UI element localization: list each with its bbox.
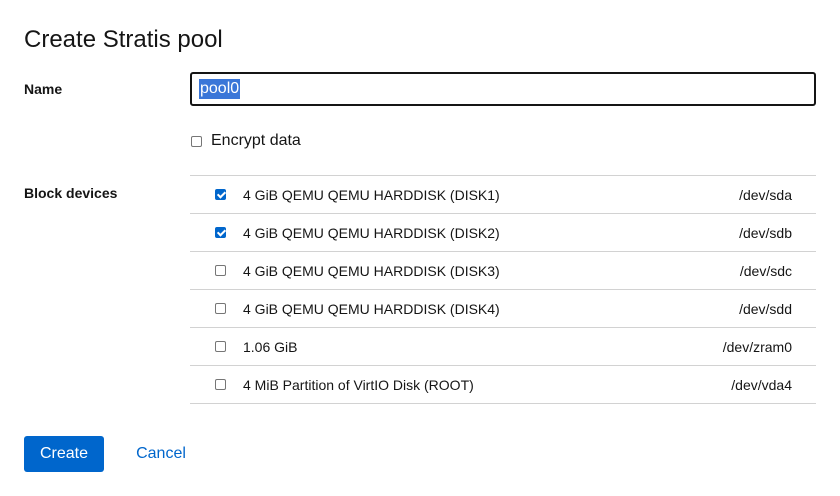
name-input[interactable]: pool0 <box>190 72 816 106</box>
encrypt-data-label: Encrypt data <box>211 132 301 149</box>
device-checkbox-zram0[interactable] <box>215 341 226 352</box>
device-row-sdd[interactable]: 4 GiB QEMU QEMU HARDDISK (DISK4) /dev/sd… <box>190 290 816 328</box>
block-devices-label: Block devices <box>24 185 118 201</box>
name-label: Name <box>24 81 63 97</box>
device-checkbox-sdb[interactable] <box>215 227 226 238</box>
device-description: 1.06 GiB <box>243 338 298 355</box>
device-description: 4 GiB QEMU QEMU HARDDISK (DISK2) <box>243 224 500 241</box>
device-checkbox-vda4[interactable] <box>215 379 226 390</box>
cancel-button[interactable]: Cancel <box>124 436 198 472</box>
device-path: /dev/sdb <box>739 224 792 241</box>
dialog-title: Create Stratis pool <box>24 26 223 53</box>
device-path: /dev/vda4 <box>731 376 792 393</box>
device-path: /dev/sdd <box>739 300 792 317</box>
create-button[interactable]: Create <box>24 436 104 472</box>
create-stratis-pool-dialog: Create Stratis pool Name pool0 Encrypt d… <box>0 0 840 496</box>
device-checkbox-sdd[interactable] <box>215 303 226 314</box>
device-row-sdc[interactable]: 4 GiB QEMU QEMU HARDDISK (DISK3) /dev/sd… <box>190 252 816 290</box>
device-description: 4 GiB QEMU QEMU HARDDISK (DISK3) <box>243 262 500 279</box>
device-path: /dev/sda <box>739 186 792 203</box>
device-row-sdb[interactable]: 4 GiB QEMU QEMU HARDDISK (DISK2) /dev/sd… <box>190 214 816 252</box>
device-checkbox-sda[interactable] <box>215 189 226 200</box>
device-description: 4 GiB QEMU QEMU HARDDISK (DISK1) <box>243 186 500 203</box>
device-path: /dev/zram0 <box>722 338 792 355</box>
device-description: 4 GiB QEMU QEMU HARDDISK (DISK4) <box>243 300 500 317</box>
device-row-vda4[interactable]: 4 MiB Partition of VirtIO Disk (ROOT) /d… <box>190 366 816 404</box>
name-input-value: pool0 <box>199 79 241 99</box>
device-description: 4 MiB Partition of VirtIO Disk (ROOT) <box>243 376 474 393</box>
encrypt-data-option[interactable]: Encrypt data <box>191 130 301 152</box>
block-devices-list: 4 GiB QEMU QEMU HARDDISK (DISK1) /dev/sd… <box>190 175 816 404</box>
encrypt-data-checkbox[interactable] <box>191 135 202 147</box>
device-checkbox-sdc[interactable] <box>215 265 226 276</box>
device-row-sda[interactable]: 4 GiB QEMU QEMU HARDDISK (DISK1) /dev/sd… <box>190 176 816 214</box>
device-row-zram0[interactable]: 1.06 GiB /dev/zram0 <box>190 328 816 366</box>
device-path: /dev/sdc <box>739 262 792 279</box>
